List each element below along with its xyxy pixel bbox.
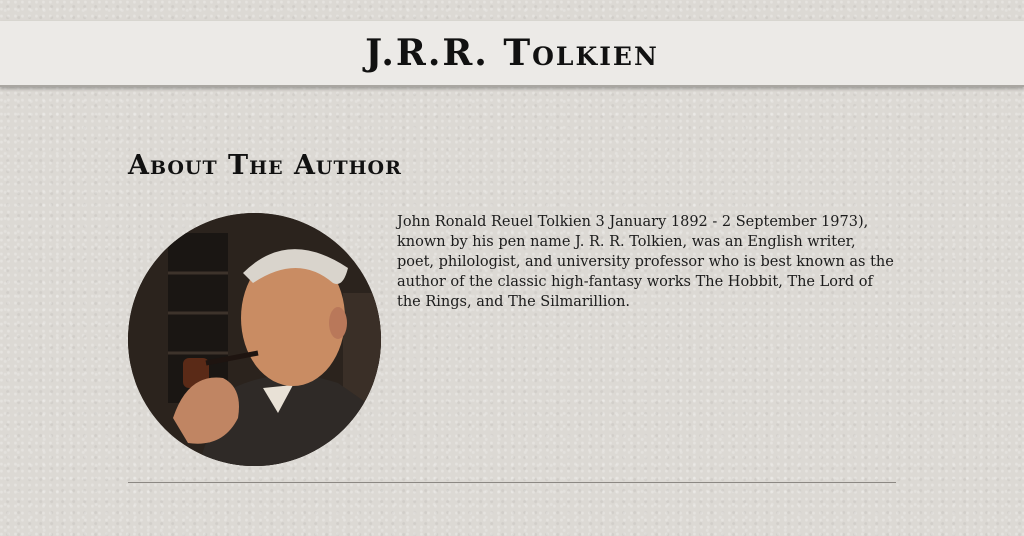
author-bio: John Ronald Reuel Tolkien 3 January 1892… <box>397 214 894 310</box>
site-header: J.R.R. Tolkien <box>0 21 1024 87</box>
author-portrait-image <box>128 213 381 466</box>
site-title: J.R.R. Tolkien <box>365 32 659 74</box>
top-gap <box>0 0 1024 21</box>
author-portrait <box>128 213 381 466</box>
section-title-about: About The Author <box>128 150 402 181</box>
section-divider <box>128 482 896 483</box>
